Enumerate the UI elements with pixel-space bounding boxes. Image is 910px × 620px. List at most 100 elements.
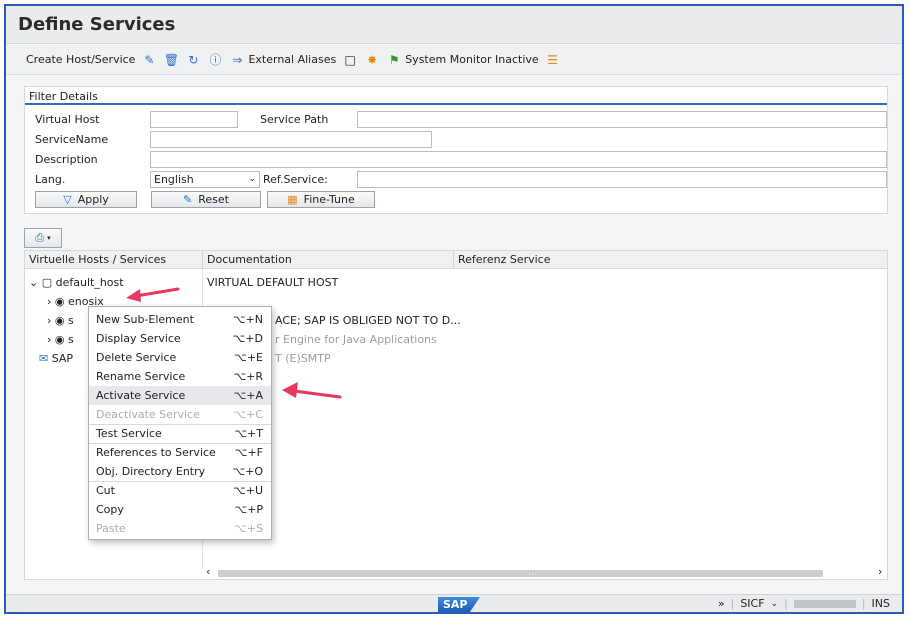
refresh-icon[interactable]: ↻ — [185, 52, 201, 68]
system-monitor-label: System Monitor Inactive — [405, 53, 539, 66]
column-header-documentation[interactable]: Documentation — [207, 253, 292, 266]
system-info-redacted — [793, 599, 856, 608]
tree-row-service[interactable]: › ◉ s — [47, 314, 74, 327]
apply-button[interactable]: ▽ Apply — [35, 191, 137, 208]
menu-item-shortcut: ⌥+E — [234, 351, 263, 364]
magic-wand-icon[interactable]: ✸ — [364, 52, 380, 68]
column-header-hosts[interactable]: Virtuelle Hosts / Services — [29, 253, 166, 266]
row-documentation: VIRTUAL DEFAULT HOST — [207, 276, 339, 289]
menu-item-test-service[interactable]: Test Service ⌥+T — [89, 424, 271, 443]
delete-icon[interactable]: 🗑 — [163, 52, 179, 68]
grip-icon: ⋯ — [528, 570, 537, 580]
status-divider: | — [730, 597, 735, 610]
fine-tune-button[interactable]: ▦ Fine-Tune — [267, 191, 375, 208]
column-header-reference[interactable]: Referenz Service — [458, 253, 551, 266]
scroll-left-icon[interactable]: ‹ — [206, 565, 210, 578]
menu-item-shortcut: ⌥+S — [234, 522, 263, 535]
menu-item-shortcut: ⌥+N — [232, 313, 263, 326]
status-expand-chevrons[interactable]: » — [718, 597, 725, 610]
service-path-label: Service Path — [260, 113, 329, 126]
insert-mode[interactable]: INS — [872, 597, 890, 610]
fine-tune-label: Fine-Tune — [303, 193, 355, 206]
service-name: s — [68, 333, 74, 346]
virtual-host-input[interactable] — [150, 111, 238, 128]
info-icon[interactable]: ⓘ — [207, 52, 223, 68]
app-window: Define Services Create Host/Service ✎ 🗑 … — [4, 4, 904, 614]
arrow-right-icon: ⇒ — [232, 52, 243, 67]
external-aliases-button[interactable]: ⇒ External Aliases — [229, 52, 336, 68]
menu-item-cut[interactable]: Cut ⌥+U — [89, 481, 271, 500]
lang-select[interactable]: English ⌄ — [150, 171, 260, 188]
menu-item-label: Test Service — [96, 427, 162, 440]
scroll-right-icon[interactable]: › — [878, 565, 882, 578]
chevron-right-icon[interactable]: › — [47, 314, 51, 327]
tree-row-service[interactable]: ✉ SAP — [39, 352, 73, 365]
chevron-down-icon[interactable]: ⌄ — [771, 599, 779, 609]
menu-item-label: New Sub-Element — [96, 313, 194, 326]
menu-item-rename-service[interactable]: Rename Service ⌥+R — [89, 367, 271, 386]
chevron-down-icon[interactable]: ⌄ — [29, 276, 38, 289]
service-name-input[interactable] — [150, 131, 432, 148]
chevron-right-icon[interactable]: › — [47, 333, 51, 346]
menu-item-deactivate-service: Deactivate Service ⌥+C — [89, 405, 271, 424]
menu-item-references-to-service[interactable]: References to Service ⌥+F — [89, 443, 271, 462]
folder-icon: ▢ — [41, 276, 53, 289]
annotation-arrow-icon — [282, 382, 342, 399]
sap-logo: SAP — [438, 597, 480, 612]
menu-item-shortcut: ⌥+A — [233, 389, 263, 402]
menu-item-copy[interactable]: Copy ⌥+P — [89, 500, 271, 519]
menu-item-display-service[interactable]: Display Service ⌥+D — [89, 329, 271, 348]
menu-item-shortcut: ⌥+T — [234, 427, 263, 440]
dropdown-icon: ▾ — [47, 234, 51, 242]
filter-divider — [25, 103, 887, 105]
display-change-icon[interactable]: ✎ — [141, 52, 157, 68]
menu-item-shortcut: ⌥+C — [233, 408, 263, 421]
reset-label: Reset — [198, 193, 229, 206]
ref-service-input[interactable] — [357, 171, 887, 188]
service-name: SAP — [51, 352, 74, 365]
chevron-right-icon[interactable]: › — [47, 295, 51, 308]
menu-item-label: Paste — [96, 522, 126, 535]
annotation-arrow-icon — [126, 287, 180, 302]
description-label: Description — [35, 153, 98, 166]
menu-item-new-sub-element[interactable]: New Sub-Element ⌥+N — [89, 310, 271, 329]
scroll-thumb[interactable]: ⋯ — [218, 570, 823, 580]
create-host-service-button[interactable]: Create Host/Service — [26, 53, 135, 66]
status-divider: | — [861, 597, 866, 610]
settings-page-icon: ▦ — [287, 193, 298, 206]
print-menu-button[interactable]: ⎙ ▾ — [24, 228, 62, 248]
service-path-input[interactable] — [357, 111, 887, 128]
document-icon[interactable]: □ — [342, 52, 358, 68]
tree-row-service[interactable]: › ◉ s — [47, 333, 74, 346]
menu-item-label: Copy — [96, 503, 124, 516]
hierarchy-icon[interactable]: ☰ — [545, 52, 561, 68]
menu-item-activate-service[interactable]: Activate Service ⌥+A — [89, 386, 271, 405]
external-aliases-label: External Aliases — [248, 53, 337, 66]
menu-item-obj-directory-entry[interactable]: Obj. Directory Entry ⌥+O — [89, 462, 271, 481]
column-divider[interactable] — [453, 251, 454, 269]
service-cube-icon: ◉ — [54, 314, 65, 327]
service-name: s — [68, 314, 74, 327]
eraser-icon: ✎ — [183, 193, 193, 206]
description-input[interactable] — [150, 151, 887, 168]
row-documentation: r Engine for Java Applications — [275, 333, 437, 346]
menu-item-label: Display Service — [96, 332, 181, 345]
status-right: » | SICF ⌄ | | INS — [718, 597, 890, 610]
flag-icon: ⚑ — [388, 52, 400, 67]
menu-item-label: Cut — [96, 484, 115, 497]
menu-item-delete-service[interactable]: Delete Service ⌥+E — [89, 348, 271, 367]
apply-label: Apply — [77, 193, 109, 206]
horizontal-scrollbar[interactable]: ‹ ⋯ › — [202, 565, 887, 580]
transaction-code[interactable]: SICF — [740, 597, 764, 610]
create-host-service-label: Create Host/Service — [26, 53, 136, 66]
ref-service-label: Ref.Service: — [263, 173, 328, 186]
column-divider[interactable] — [202, 251, 203, 269]
tree-row-default-host[interactable]: ⌄ ▢ default_host — [29, 276, 124, 289]
chevron-down-icon: ⌄ — [248, 174, 256, 184]
mail-icon: ✉ — [39, 352, 49, 365]
status-bar: SAP » | SICF ⌄ | | INS — [6, 594, 902, 612]
reset-button[interactable]: ✎ Reset — [151, 191, 261, 208]
filter-heading: Filter Details — [29, 90, 98, 103]
system-monitor-button[interactable]: ⚑ System Monitor Inactive — [386, 52, 539, 68]
menu-item-shortcut: ⌥+R — [233, 370, 263, 383]
